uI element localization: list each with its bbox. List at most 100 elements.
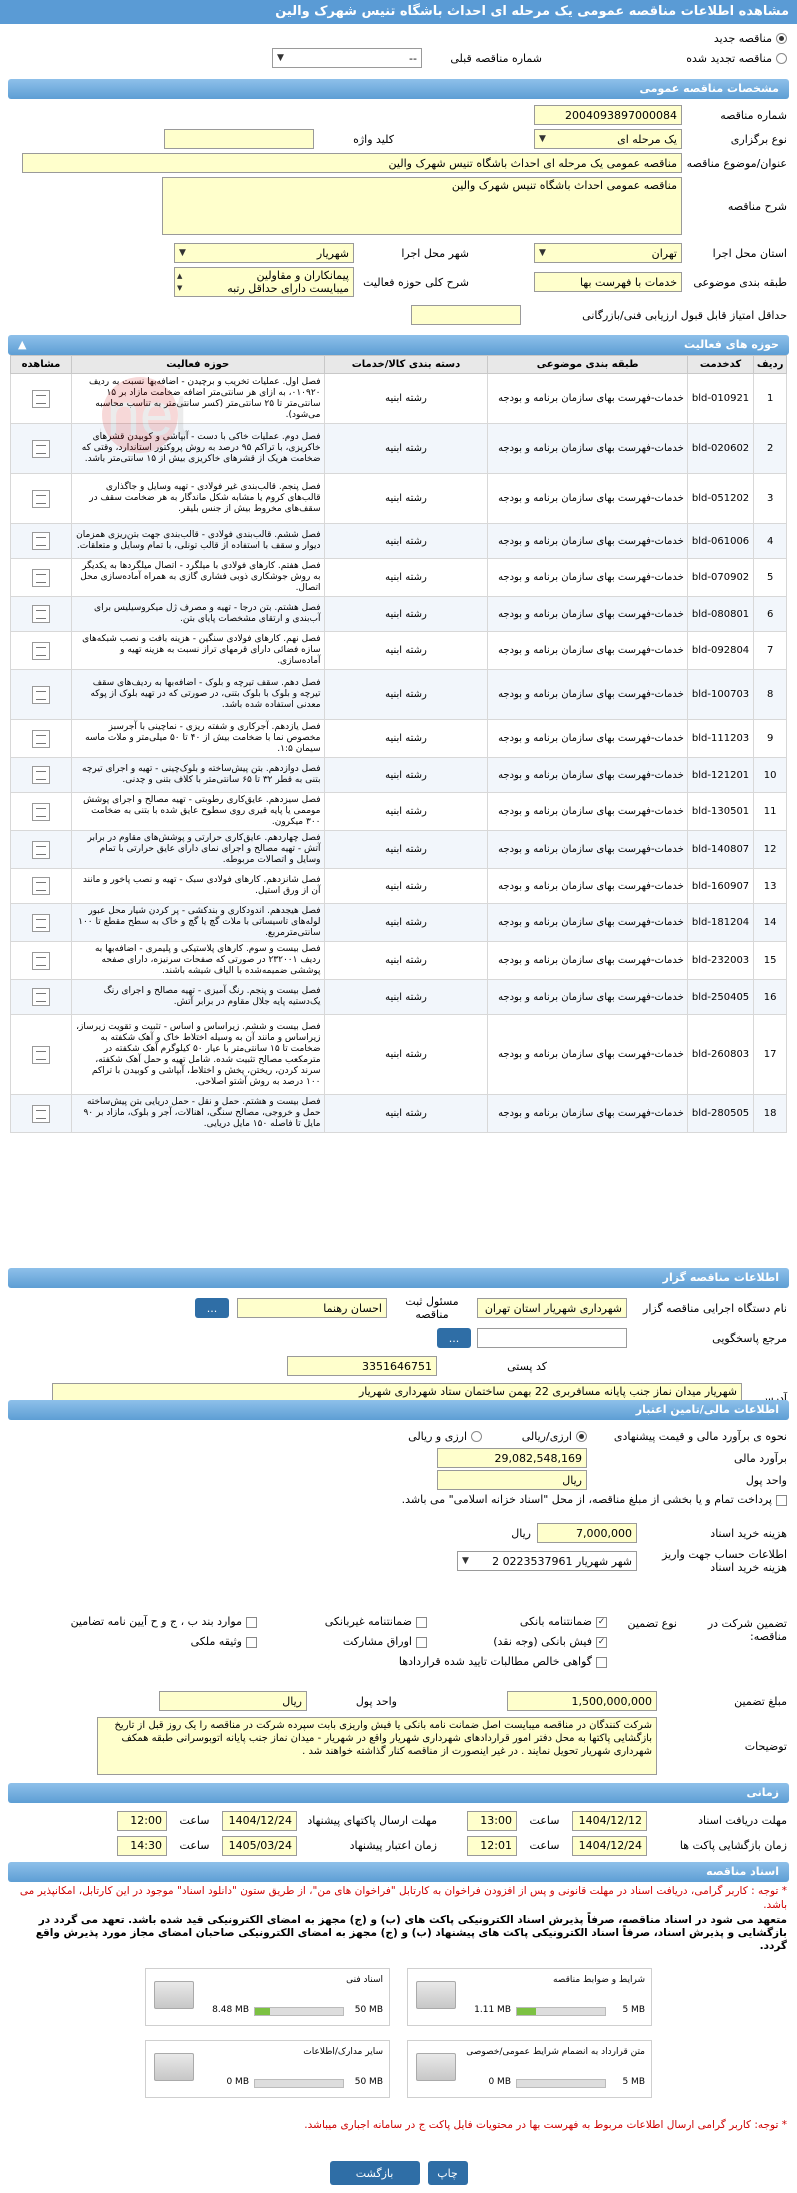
view-document-icon[interactable]	[31, 568, 50, 587]
organizer-field[interactable]: شهرداری شهریار استان تهران	[477, 1298, 627, 1318]
guarantee-claims-option: گواهی خالص مطالبات تایید شده قراردادها	[399, 1655, 607, 1668]
description-label: شرح مناقصه	[727, 199, 787, 213]
scope-field[interactable]: پیمانکاران و مقاولین میبایست دارای حداقل …	[174, 267, 354, 297]
receive-deadline-date[interactable]: 1404/12/12	[572, 1810, 647, 1831]
row-number-cell: 13	[753, 868, 787, 904]
bank-guarantee-checkbox[interactable]	[596, 1616, 607, 1628]
city-select[interactable]: شهریار ▼	[174, 243, 354, 263]
view-document-icon[interactable]	[31, 1045, 50, 1064]
view-document-icon[interactable]	[31, 489, 50, 508]
tender-number-field[interactable]: 2004093897000084	[534, 105, 682, 125]
currency-unit-field[interactable]: ریال	[437, 1470, 587, 1490]
min-score-field[interactable]	[411, 305, 521, 325]
service-code-cell: bld-130501	[686, 792, 755, 831]
folder-icon[interactable]	[154, 1981, 194, 2009]
estimate-label: برآورد مالی	[734, 1451, 787, 1465]
view-document-icon[interactable]	[31, 685, 50, 704]
chevron-down-icon: ▼	[462, 1556, 469, 1566]
claims-guarantee-checkbox[interactable]	[596, 1656, 607, 1668]
view-document-icon[interactable]	[31, 605, 50, 623]
row-number-cell: 9	[753, 719, 787, 758]
view-document-icon[interactable]	[31, 840, 50, 859]
view-document-icon[interactable]	[31, 641, 50, 660]
subject-value: مناقصه عمومی یک مرحله ای احداث باشگاه تن…	[388, 156, 677, 170]
validity-time[interactable]: 14:30	[117, 1835, 167, 1856]
view-document-icon[interactable]	[31, 729, 50, 748]
opening-date[interactable]: 1404/12/24	[572, 1835, 647, 1856]
view-document-icon[interactable]	[31, 802, 50, 821]
cash-guarantee-checkbox[interactable]	[596, 1636, 607, 1648]
validity-date[interactable]: 1405/03/24	[222, 1835, 297, 1856]
folder-icon[interactable]	[154, 2053, 194, 2081]
subject-field[interactable]: مناقصه عمومی یک مرحله ای احداث باشگاه تن…	[22, 153, 682, 173]
guarantee-unit-field[interactable]: ریال	[159, 1691, 307, 1711]
view-document-icon[interactable]	[31, 877, 50, 895]
officer-lookup-button[interactable]: ...	[195, 1298, 229, 1318]
service-code-cell: bld-140807	[686, 830, 755, 869]
prev-number-select[interactable]: -- ▼	[272, 48, 422, 68]
table-row: 5 bld-070902 خدمات-فهرست بهای سازمان برنام…	[10, 558, 787, 597]
officer-field[interactable]: احسان رهنما	[237, 1298, 387, 1318]
guarantee-amount-field[interactable]: 1,500,000,000	[507, 1691, 657, 1711]
folder-icon[interactable]	[416, 2053, 456, 2081]
table-row: 18 bld-280505 خدمات-فهرست بهای سازمان برنا…	[10, 1094, 787, 1133]
col-view: مشاهده	[10, 355, 72, 374]
view-cell	[10, 792, 72, 831]
category-field[interactable]: خدمات با فهرست بها	[534, 272, 682, 292]
scroll-arrows-icon[interactable]: ▲ ▼	[177, 270, 182, 294]
estimate-field[interactable]: 29,082,548,169	[437, 1448, 587, 1468]
view-document-icon[interactable]	[31, 766, 50, 784]
organizer-value: شهرداری شهریار استان تهران	[484, 1301, 622, 1315]
print-button[interactable]: چاپ	[427, 2161, 468, 2185]
renewed-tender-radio[interactable]	[776, 52, 787, 64]
description-field[interactable]: مناقصه عمومی احداث باشگاه تنیس شهرک والی…	[162, 177, 682, 235]
view-document-icon[interactable]	[31, 988, 50, 1006]
validity-time-label: ساعت	[179, 1839, 210, 1852]
activity-scope-cell: فصل اول. عملیات تخریب و برچیدن - اضافه‌ب…	[70, 373, 325, 424]
view-document-icon[interactable]	[31, 951, 50, 970]
postal-field[interactable]: 3351646751	[287, 1356, 437, 1376]
view-document-icon[interactable]	[31, 532, 50, 550]
documents-block: * توجه : کاربر گرامی، دریافت اسناد در مه…	[0, 1884, 797, 2132]
rial-radio[interactable]	[576, 1430, 587, 1442]
category-cell: خدمات-فهرست بهای سازمان برنامه و بودجه	[487, 941, 688, 980]
province-select[interactable]: تهران ▼	[534, 243, 682, 263]
folder-icon[interactable]	[416, 1981, 456, 2009]
receive-deadline-time[interactable]: 13:00	[467, 1810, 517, 1831]
service-code-cell: bld-061006	[686, 523, 755, 559]
goods-group-cell: رشته ابنیه	[323, 903, 489, 942]
send-deadline-time[interactable]: 12:00	[117, 1810, 167, 1831]
clause-guarantee-checkbox[interactable]	[246, 1616, 257, 1628]
reference-lookup-button[interactable]: ...	[437, 1328, 471, 1348]
opening-time[interactable]: 12:01	[467, 1835, 517, 1856]
send-deadline-date[interactable]: 1404/12/24	[222, 1810, 297, 1831]
reference-field[interactable]	[477, 1328, 627, 1348]
collapse-icon[interactable]: ▲	[18, 338, 26, 352]
finance-block: نحوه ی برآورد مالی و قیمت پیشنهادی ارزی/…	[0, 1425, 797, 1577]
guarantee-bank-option: ضمانتنامه بانکی	[520, 1615, 607, 1628]
guarantee-notes-field[interactable]: شرکت کنندگان در مناقصه میبایست اصل ضمانت…	[97, 1717, 657, 1775]
goods-group-cell: رشته ابنیه	[323, 868, 489, 904]
property-guarantee-checkbox[interactable]	[246, 1636, 257, 1648]
organizer-label: نام دستگاه اجرایی مناقصه گزار	[643, 1301, 787, 1315]
nonbank-guarantee-checkbox[interactable]	[416, 1616, 427, 1628]
guarantee-property-option: وثیقه ملکی	[191, 1635, 257, 1648]
method-select[interactable]: یک مرحله ای ▼	[534, 129, 682, 149]
currency-rial-radio[interactable]	[471, 1430, 482, 1442]
upload-progress-bar	[254, 2007, 344, 2016]
view-document-icon[interactable]	[31, 439, 50, 458]
category-cell: خدمات-فهرست بهای سازمان برنامه و بودجه	[487, 1094, 688, 1133]
scope-label: شرح کلی حوزه فعالیت	[363, 275, 469, 289]
keyword-field[interactable]	[164, 129, 314, 149]
category-cell: خدمات-فهرست بهای سازمان برنامه و بودجه	[487, 558, 688, 597]
bonds-guarantee-checkbox[interactable]	[416, 1636, 427, 1648]
back-button[interactable]: بازگشت	[329, 2161, 420, 2185]
service-code-cell: bld-181204	[686, 903, 755, 942]
new-tender-radio[interactable]	[776, 32, 787, 44]
view-document-icon[interactable]	[31, 389, 50, 408]
col-activity-scope: حوزه فعالیت	[70, 355, 325, 374]
account-select[interactable]: شهر شهریار 0223537961 2 ▼	[457, 1551, 637, 1571]
view-document-icon[interactable]	[31, 1104, 50, 1123]
doc-cost-field[interactable]: 7,000,000	[537, 1523, 637, 1543]
view-document-icon[interactable]	[31, 913, 50, 932]
